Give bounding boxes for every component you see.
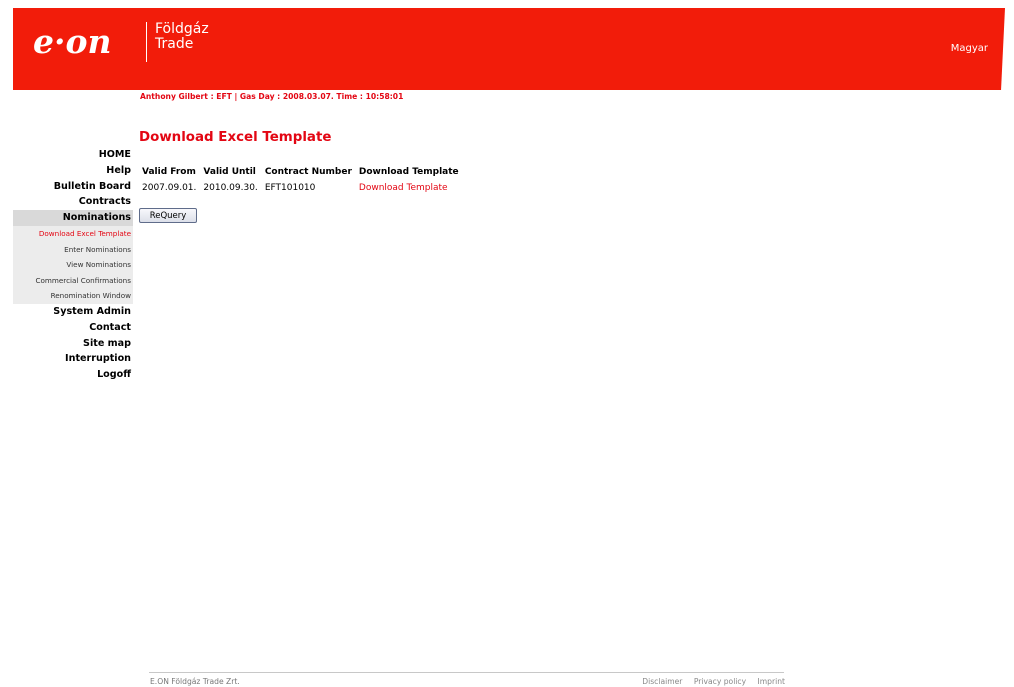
footer-link-imprint[interactable]: Imprint (758, 677, 785, 686)
footer-divider (149, 672, 784, 673)
footer-link-disclaimer[interactable]: Disclaimer (642, 677, 682, 686)
brand-line-2: Trade (155, 36, 194, 52)
column-header-valid-until: Valid Until (203, 167, 256, 177)
main-content: Download Excel Template Valid From Valid… (139, 130, 459, 223)
table-row: 2007.09.01. 2010.09.30. EFT101010 Downlo… (142, 179, 466, 194)
language-link[interactable]: Magyar (951, 43, 988, 54)
nav-sub-view-nominations[interactable]: View Nominations (13, 257, 133, 273)
column-header-valid-from: Valid From (142, 167, 196, 177)
nav-home[interactable]: HOME (13, 147, 133, 163)
footer-links: Disclaimer Privacy policy Imprint (633, 677, 785, 686)
cell-contract-number: EFT101010 (264, 182, 316, 193)
user-session-info: Anthony Gilbert : EFT | Gas Day : 2008.0… (140, 92, 404, 101)
nav-logoff[interactable]: Logoff (13, 367, 133, 383)
header-bar: e·on Földgáz Trade Magyar (13, 8, 1005, 90)
nav-sub-renomination-window[interactable]: Renomination Window (13, 288, 133, 304)
nav-sub-commercial-confirmations[interactable]: Commercial Confirmations (13, 272, 133, 289)
download-template-link[interactable]: Download Template (359, 183, 448, 193)
footer-company: E.ON Földgáz Trade Zrt. (150, 677, 240, 686)
brand-name: Földgáz Trade (155, 22, 209, 52)
cell-valid-from: 2007.09.01. (142, 182, 197, 193)
nav-nominations[interactable]: Nominations (13, 210, 133, 226)
nav-sub-enter-nominations[interactable]: Enter Nominations (13, 241, 133, 258)
page-title: Download Excel Template (139, 130, 332, 145)
nav-contact[interactable]: Contact (13, 320, 133, 336)
nav-site-map[interactable]: Site map (13, 336, 133, 352)
column-header-download-template: Download Template (358, 167, 459, 177)
nav-sub-download-excel-template[interactable]: Download Excel Template (13, 225, 133, 242)
cell-valid-until: 2010.09.30. (203, 182, 258, 193)
requery-button[interactable]: ReQuery (139, 208, 197, 223)
template-table: Valid From Valid Until Contract Number D… (142, 165, 466, 194)
footer-link-privacy-policy[interactable]: Privacy policy (694, 677, 746, 686)
sidebar-nav: HOME Help Bulletin Board Contracts Nomin… (13, 147, 133, 383)
nav-interruption[interactable]: Interruption (13, 351, 133, 367)
column-header-contract-number: Contract Number (264, 167, 352, 177)
nav-contracts[interactable]: Contracts (13, 194, 133, 210)
nav-system-admin[interactable]: System Admin (13, 304, 133, 320)
cell-download: Download Template (359, 179, 466, 194)
table-header-row: Valid From Valid Until Contract Number D… (142, 165, 466, 179)
brand-line-1: Földgáz (155, 21, 209, 37)
eon-logo[interactable]: e·on (33, 22, 112, 61)
nav-help[interactable]: Help (13, 163, 133, 179)
nav-bulletin-board[interactable]: Bulletin Board (13, 179, 133, 195)
logo-divider (146, 22, 147, 62)
